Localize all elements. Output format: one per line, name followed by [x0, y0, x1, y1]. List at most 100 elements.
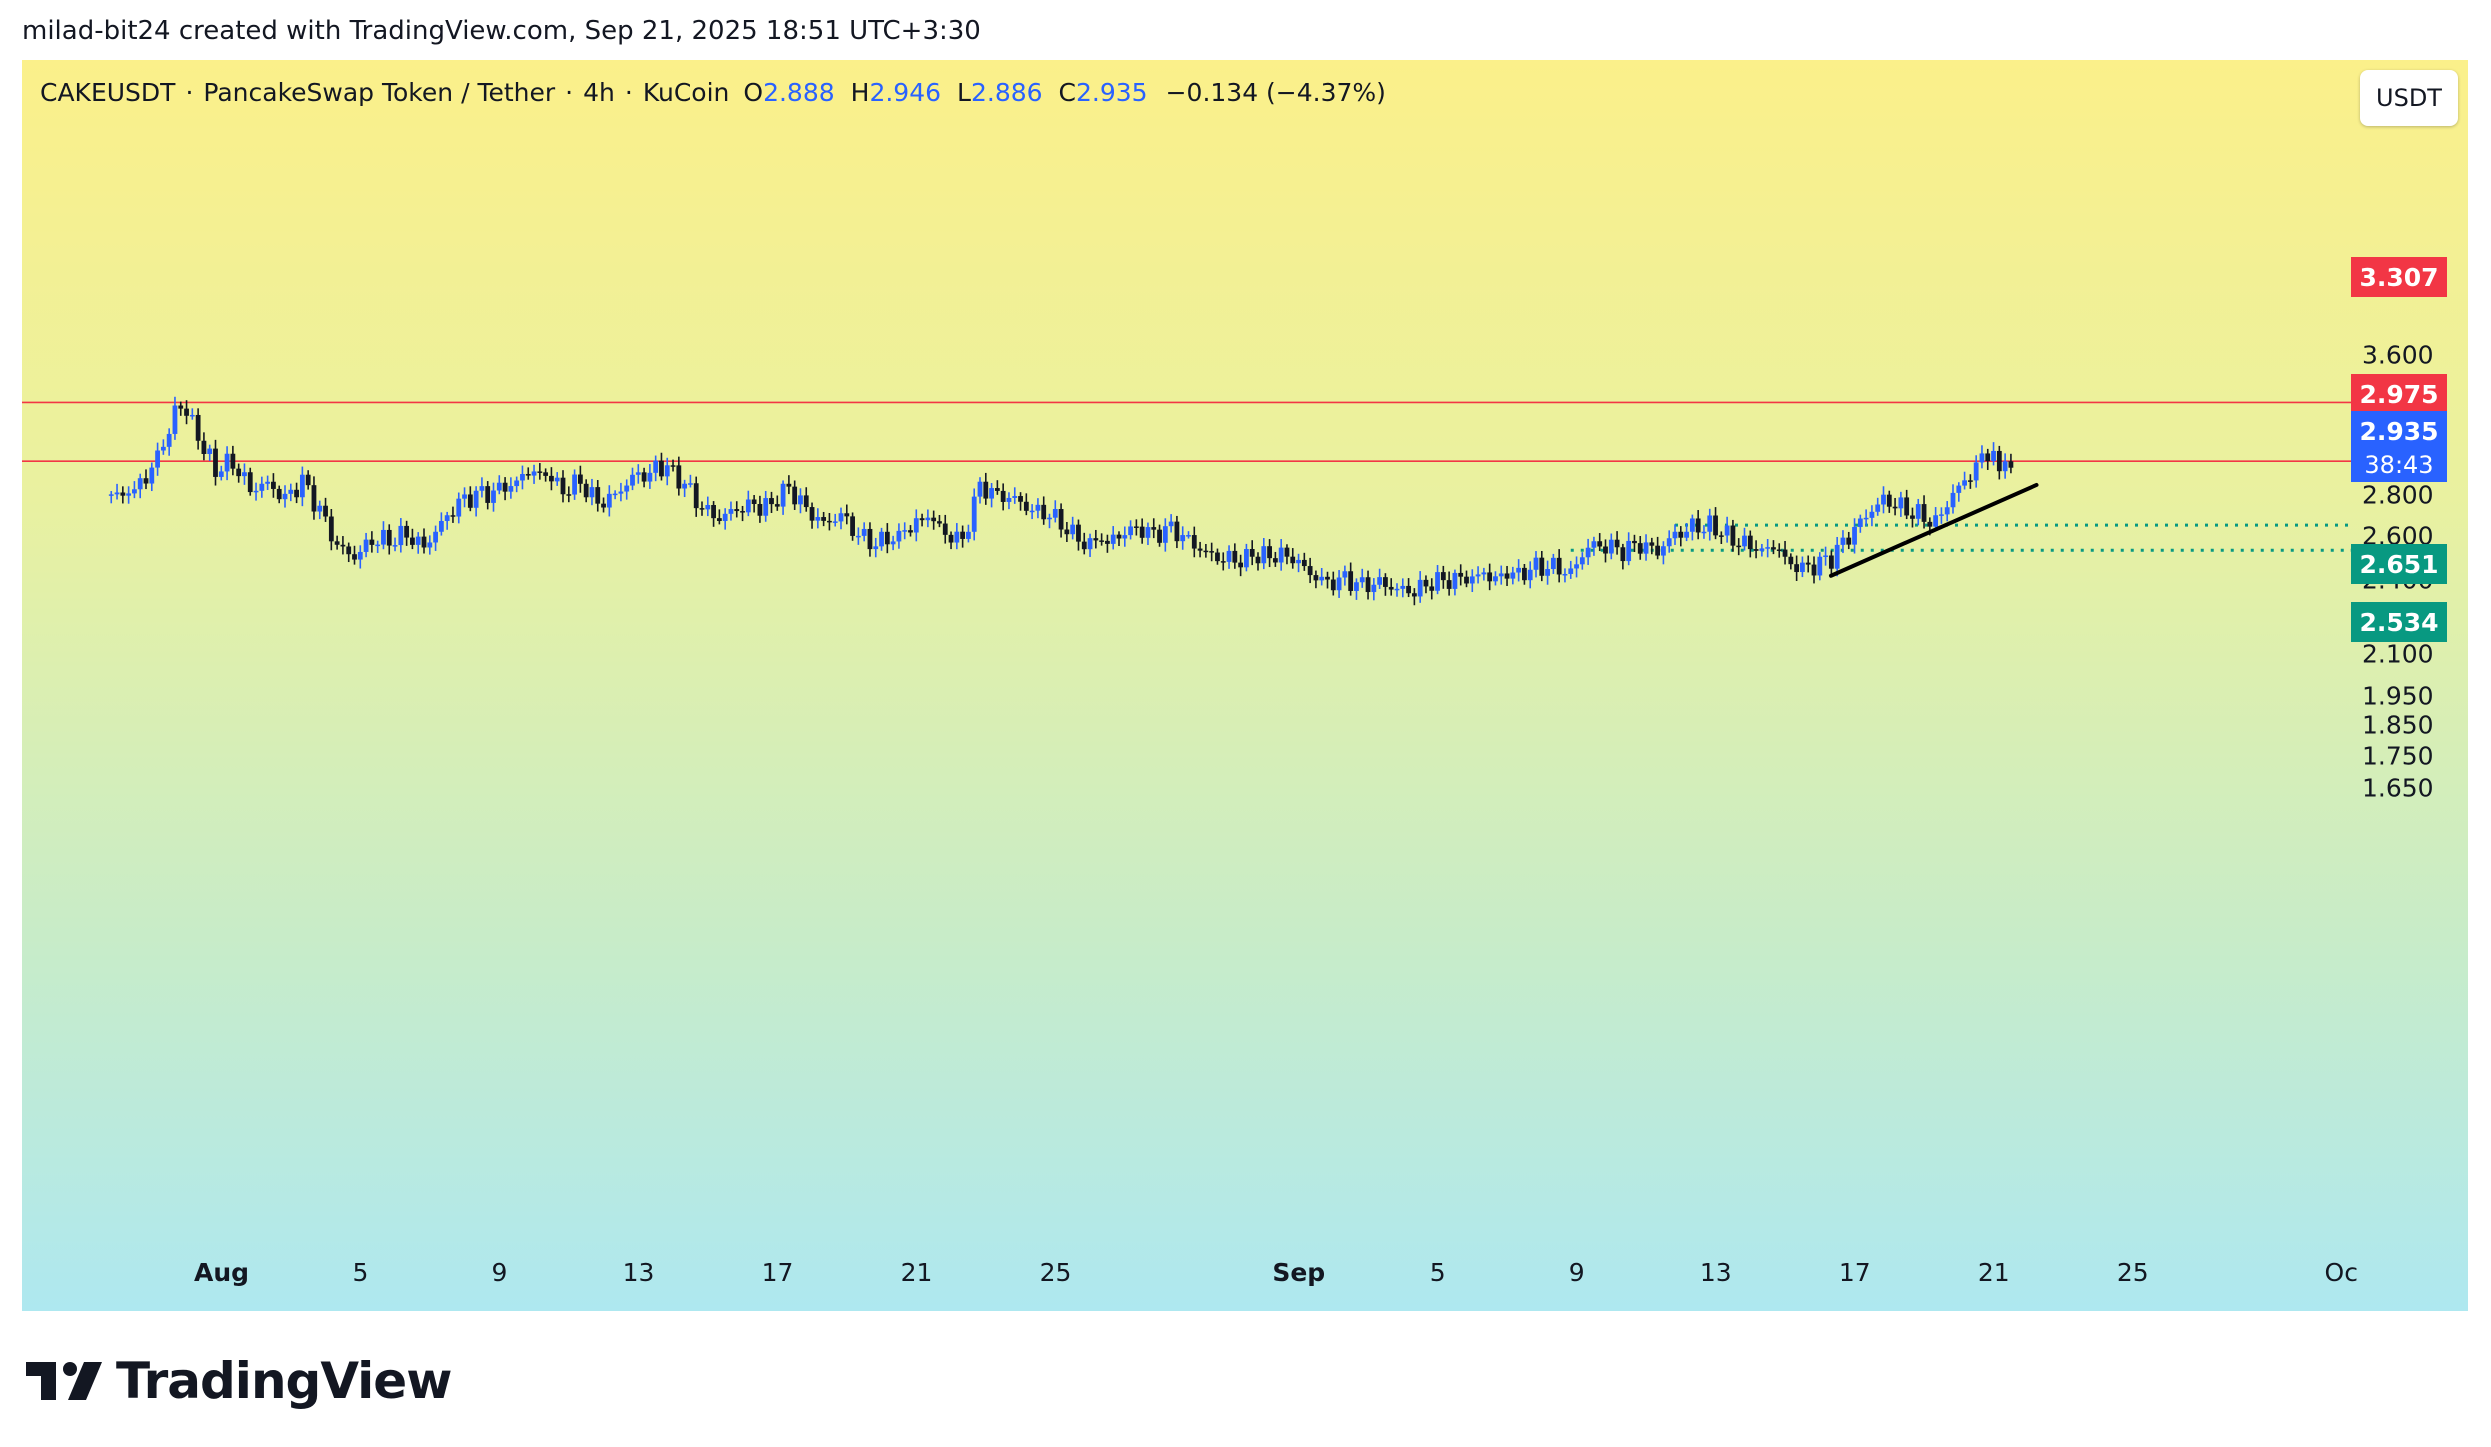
candle-body [1423, 579, 1429, 587]
candle-body [1209, 551, 1215, 553]
candle-body [288, 489, 294, 494]
candle-body [323, 505, 328, 517]
price-chart-svg[interactable] [22, 60, 2468, 1311]
candle-body [1000, 490, 1006, 502]
candle-body [531, 471, 537, 476]
candle-body [1736, 545, 1742, 548]
candle-body [456, 498, 462, 517]
candle-body [763, 498, 769, 516]
attribution: milad-bit24 created with TradingView.com… [22, 16, 981, 46]
candle-body [606, 493, 612, 508]
candle-body [1637, 543, 1643, 554]
candle-body [1151, 527, 1157, 530]
candle-body [1064, 529, 1070, 535]
candle-body [242, 472, 247, 477]
tradingview-logo-text: TradingView [116, 1352, 452, 1410]
candle-body [589, 487, 595, 498]
candle-body [1886, 494, 1892, 507]
candle-body [1307, 566, 1313, 576]
candle-body [467, 494, 473, 508]
candle-body [1272, 558, 1278, 563]
candle-body [543, 472, 549, 476]
candle-body [815, 517, 821, 521]
candle-body [925, 517, 931, 521]
candle-body [1348, 571, 1354, 591]
candle-body [410, 537, 415, 545]
candle-body [1365, 577, 1371, 593]
candle-body [189, 414, 195, 417]
candle-body [1157, 529, 1162, 543]
candle-body [149, 467, 155, 484]
candle-body [902, 530, 908, 532]
legend-separator: · [624, 78, 633, 107]
candle-body [844, 513, 850, 517]
candle-body [1579, 557, 1585, 565]
candle-body [491, 490, 496, 503]
currency-button[interactable]: USDT [2360, 70, 2458, 126]
candle-body [745, 499, 751, 513]
candle-body [1429, 586, 1435, 591]
candle-body [213, 448, 218, 477]
candle-body [919, 518, 925, 521]
candle-body [1707, 515, 1713, 532]
candle-body [1608, 539, 1614, 554]
candle-body [1939, 514, 1944, 516]
price-tag-support-upper: 2.651 [2351, 544, 2447, 584]
candle-body [433, 531, 438, 543]
candle-body [1603, 546, 1608, 554]
candle-body [1689, 518, 1695, 532]
candle-body [1006, 497, 1012, 502]
chart-area[interactable]: CAKEUSDT · PancakeSwap Token / Tether · … [22, 60, 2468, 1311]
candle-body [1753, 549, 1759, 551]
candle-body [1516, 567, 1522, 573]
x-tick-label: 21 [900, 1258, 933, 1287]
candle-body [1585, 547, 1591, 558]
candle-body [798, 495, 803, 505]
legend-high-label: H [850, 78, 870, 107]
candle-body [1614, 539, 1620, 548]
tradingview-logo[interactable]: TradingView [26, 1352, 452, 1410]
x-tick-label: Sep [1272, 1258, 1326, 1287]
candle-body [1336, 577, 1342, 591]
candle-body [838, 513, 844, 522]
candle-body [774, 504, 780, 507]
candle-body [896, 530, 902, 542]
candle-body [1099, 540, 1105, 542]
candle-body [1921, 504, 1927, 522]
candle-body [299, 474, 305, 498]
candle-body [850, 516, 855, 536]
x-tick-label: 5 [1429, 1258, 1446, 1287]
candle-body [1122, 535, 1128, 539]
candle-body [1174, 521, 1180, 542]
candle-body [1771, 547, 1776, 550]
candle-body [1394, 588, 1400, 591]
legend-separator: · [565, 78, 574, 107]
candle-body [1695, 518, 1701, 533]
candle-body [711, 505, 716, 519]
candle-body [577, 474, 583, 484]
candle-body [699, 508, 705, 510]
candle-body [1545, 569, 1550, 576]
x-tick-label: 25 [2116, 1258, 2149, 1287]
candle-body [601, 503, 606, 508]
candle-body [1852, 526, 1857, 545]
candle-body [496, 482, 502, 491]
candle-body [421, 536, 427, 548]
legend-open-label: O [743, 78, 764, 107]
candle-body [647, 472, 653, 482]
candle-body [369, 539, 375, 545]
candle-body [1846, 537, 1852, 545]
candle-body [1417, 579, 1423, 597]
candle-body [624, 485, 630, 492]
candle-body [1533, 557, 1539, 570]
legend-symbol[interactable]: CAKEUSDT [40, 78, 175, 107]
candle-body [1597, 541, 1603, 547]
candle-body [1713, 515, 1718, 536]
candle-body [334, 541, 340, 545]
candle-body [1023, 501, 1029, 511]
candle-body [1788, 556, 1794, 565]
candle-body [357, 551, 363, 560]
candle-body [1875, 504, 1881, 512]
candle-body [160, 446, 166, 451]
candle-body [137, 478, 143, 490]
